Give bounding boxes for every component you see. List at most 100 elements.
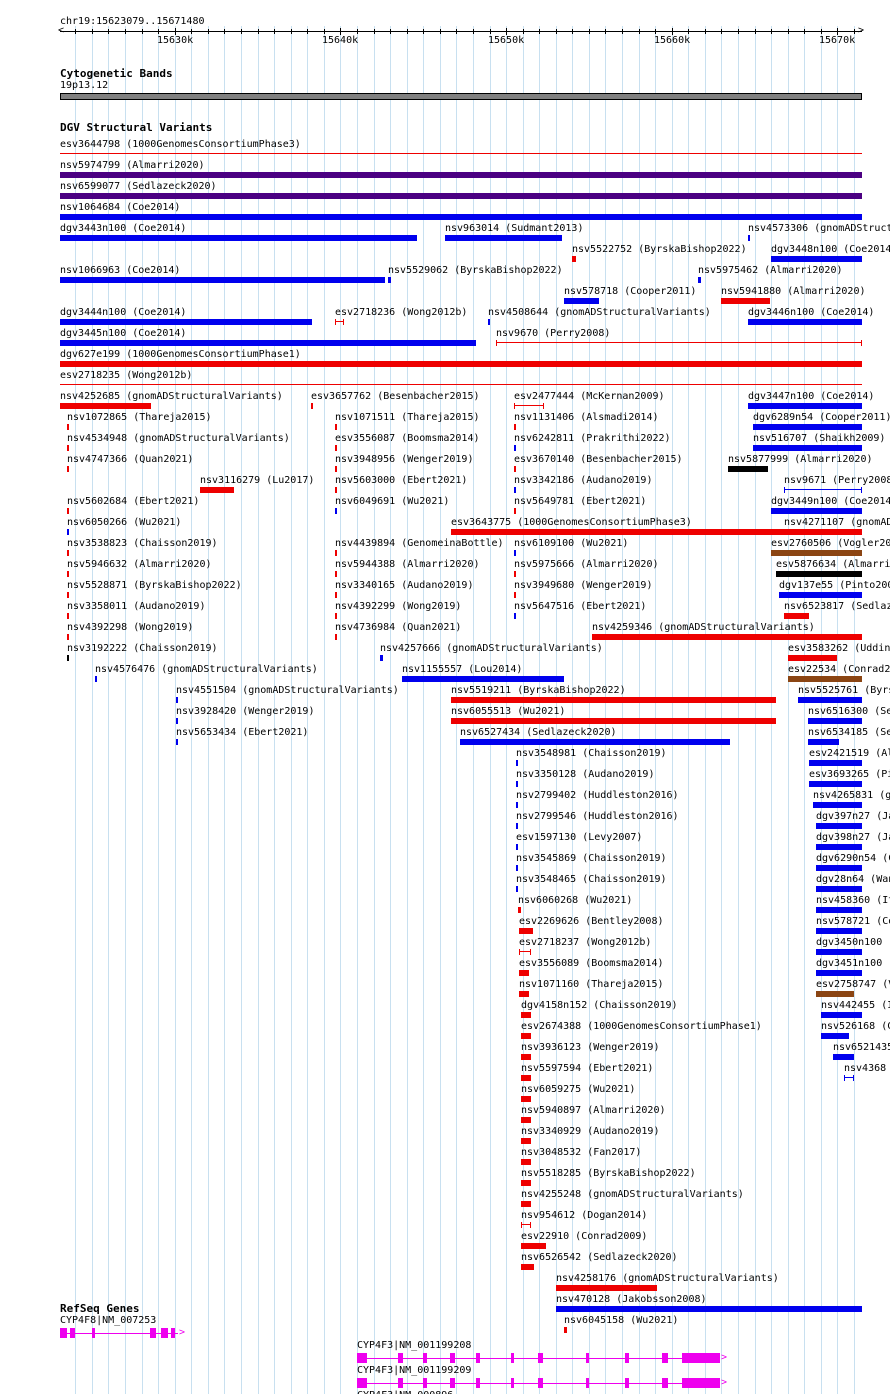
sv-label: nsv963014 (Sudmant2013) (445, 223, 584, 234)
ruler-minor-tick (142, 29, 143, 34)
sv-bar (335, 445, 337, 451)
sv-bracket-cap-left (844, 1075, 845, 1081)
sv-label: nsv5647516 (Ebert2021) (514, 601, 647, 612)
sv-label: nsv5649781 (Ebert2021) (514, 496, 647, 507)
sv-bar (67, 424, 69, 430)
sv-bar (519, 991, 529, 997)
sv-bar (176, 718, 178, 724)
gene-exon (511, 1353, 514, 1363)
ruler-minor-tick (490, 29, 491, 34)
sv-bar (564, 298, 599, 304)
ruler-minor-tick (407, 29, 408, 34)
sv-bar (60, 193, 862, 199)
sv-bar (798, 697, 862, 703)
gene-exon (70, 1328, 75, 1338)
ruler-minor-tick (804, 29, 805, 34)
sv-label: nsv4259346 (gnomADStructuralVariants) (592, 622, 815, 633)
sv-bar (60, 235, 417, 241)
sv-label: dgv627e199 (1000GenomesConsortiumPhase1) (60, 349, 301, 360)
sv-label: nsv4551504 (gnomADStructuralVariants) (176, 685, 399, 696)
sv-label: nsv4576476 (gnomADStructuralVariants) (95, 664, 318, 675)
sv-label: nsv4271107 (gnomADStructuralVariants) (784, 517, 890, 528)
sv-label: nsv5946632 (Almarri2020) (67, 559, 212, 570)
ruler-major-tick (175, 28, 176, 35)
ruler-minor-tick (572, 29, 573, 34)
ruler-label-15640k: 15640k (322, 35, 359, 46)
gene-exon (682, 1353, 720, 1363)
sv-label: dgv3451n100 (Coe2014) (816, 958, 890, 969)
sv-bar (460, 739, 730, 745)
sv-bar (788, 676, 862, 682)
sv-bar (67, 445, 69, 451)
ruler-major-tick (506, 28, 507, 35)
sv-label: nsv954612 (Dogan2014) (521, 1210, 648, 1221)
gene-exon (511, 1378, 514, 1388)
sv-bar (521, 1096, 531, 1102)
gene-exon (450, 1353, 455, 1363)
sv-label: nsv5602684 (Ebert2021) (67, 496, 200, 507)
sv-label: esv2269626 (Bentley2008) (519, 916, 664, 927)
ruler-label-15660k: 15660k (654, 35, 691, 46)
sv-bar (521, 1264, 534, 1270)
ruler-minor-tick (440, 29, 441, 34)
gene-exon (538, 1353, 543, 1363)
sv-label: nsv3358011 (Audano2019) (67, 601, 206, 612)
sv-bar (514, 487, 516, 493)
sv-bar (821, 1033, 849, 1039)
sv-bar (451, 529, 784, 535)
sv-bar (808, 718, 862, 724)
sv-label: nsv5525761 (ByrskaBishop2022) (798, 685, 890, 696)
sv-label: nsv6045158 (Wu2021) (564, 1315, 679, 1326)
sv-bar (335, 550, 337, 556)
sv-bar (67, 592, 69, 598)
sv-bracket-cap-right (530, 949, 531, 955)
sv-bar (816, 970, 862, 976)
sv-label: nsv3342186 (Audano2019) (514, 475, 653, 486)
sv-label: nsv4534948 (gnomADStructuralVariants) (67, 433, 290, 444)
sv-label: nsv1131406 (Alsmadi2014) (514, 412, 659, 423)
ruler-minor-tick (556, 29, 557, 34)
sv-bar (518, 907, 521, 913)
ruler-minor-tick (788, 29, 789, 34)
sv-bar (176, 697, 178, 703)
sv-label: nsv458360 (Itsara2009) (816, 895, 890, 906)
sv-bar (771, 550, 862, 556)
sv-bar (67, 571, 69, 577)
ruler-minor-tick (605, 29, 606, 34)
sv-bar (753, 445, 862, 451)
sv-bar (813, 802, 862, 808)
sv-label: nsv1064684 (Coe2014) (60, 202, 181, 213)
gene-strand-arrow: > (721, 1352, 728, 1363)
sv-label: nsv6050266 (Wu2021) (67, 517, 182, 528)
ruler-minor-tick (241, 29, 242, 34)
sv-label: dgv3443n100 (Coe2014) (60, 223, 187, 234)
sv-label: nsv526168 (Cooper2011) (821, 1021, 890, 1032)
sv-label: nsv4392299 (Wong2019) (335, 601, 462, 612)
sv-label: nsv4265831 (gnomADStructuralVariants) (813, 790, 890, 801)
sv-bar (748, 235, 750, 241)
sv-bracket-cap-right (853, 1075, 854, 1081)
sv-label: nsv1071511 (Thareja2015) (335, 412, 480, 423)
sv-label: nsv4252685 (gnomADStructuralVariants) (60, 391, 283, 402)
sv-label: dgv3446n100 (Coe2014) (748, 307, 875, 318)
cytoband-bar[interactable] (60, 93, 862, 100)
sv-bar (771, 256, 862, 262)
sv-bracket-cap-right (543, 403, 544, 409)
sv-bar (516, 823, 518, 829)
sv-label: nsv6599077 (Sedlazeck2020) (60, 181, 217, 192)
ruler-axis (60, 31, 862, 32)
sv-bar (514, 592, 516, 598)
gene-label: CYP4F3|NM_001199209 (357, 1365, 472, 1376)
sv-label: nsv5974799 (Almarri2020) (60, 160, 205, 171)
sv-bar (67, 508, 69, 514)
sv-bracket-line (784, 489, 862, 490)
sv-bar (402, 676, 564, 682)
ruler-minor-tick (357, 29, 358, 34)
sv-bar (753, 424, 862, 430)
sv-bar (60, 340, 476, 346)
sv-label: nsv6109100 (Wu2021) (514, 538, 629, 549)
ruler-label-15650k: 15650k (488, 35, 525, 46)
sv-label: nsv3192222 (Chaisson2019) (67, 643, 218, 654)
sv-label: nsv442455 (Itsara2009) (821, 1000, 890, 1011)
sv-bar (67, 466, 69, 472)
